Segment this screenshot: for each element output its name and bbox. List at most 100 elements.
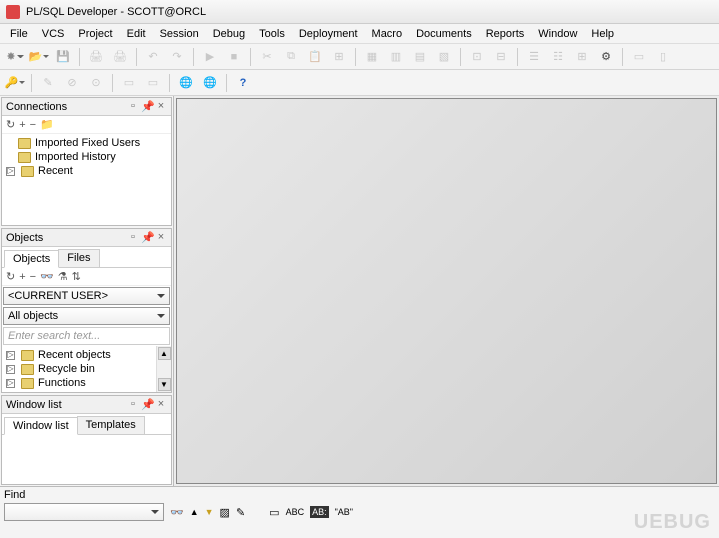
- tb-btn-j[interactable]: ⊞: [571, 46, 593, 68]
- menu-window[interactable]: Window: [532, 26, 583, 42]
- filter-combo[interactable]: All objects: [3, 307, 170, 325]
- tab-windowlist[interactable]: Window list: [4, 417, 78, 435]
- close-icon[interactable]: ×: [155, 100, 167, 113]
- windowlist-body[interactable]: [2, 435, 171, 484]
- paste-button[interactable]: 📋: [304, 46, 326, 68]
- open-button[interactable]: 📂: [28, 46, 50, 68]
- folder-icon: [21, 378, 34, 389]
- plus-icon[interactable]: +: [19, 271, 25, 283]
- search-input[interactable]: Enter search text...: [3, 327, 170, 345]
- expand-icon[interactable]: ▷: [6, 167, 15, 176]
- find-up-icon[interactable]: ▲: [190, 507, 199, 517]
- print2-button[interactable]: 🖨: [109, 46, 131, 68]
- menu-project[interactable]: Project: [72, 26, 118, 42]
- tb-btn-g[interactable]: ⊟: [490, 46, 512, 68]
- content-area: [176, 98, 717, 484]
- close-icon[interactable]: ×: [155, 231, 167, 244]
- expand-icon[interactable]: ▷: [6, 351, 15, 360]
- copy-button[interactable]: ⧉: [280, 46, 302, 68]
- new-button[interactable]: ✸: [4, 46, 26, 68]
- tab-templates[interactable]: Templates: [77, 416, 145, 434]
- tb-btn-h[interactable]: ☰: [523, 46, 545, 68]
- binoculars-icon[interactable]: 👓: [40, 270, 54, 283]
- menu-edit[interactable]: Edit: [121, 26, 152, 42]
- tb-btn-f[interactable]: ⊡: [466, 46, 488, 68]
- find-whole-icon[interactable]: "AB": [335, 507, 353, 517]
- cut-button[interactable]: ✂: [256, 46, 278, 68]
- exec-button[interactable]: ▶: [199, 46, 221, 68]
- tb2-c[interactable]: ⊘: [61, 72, 83, 94]
- tab-files[interactable]: Files: [58, 249, 99, 267]
- tb-btn-e[interactable]: ▧: [433, 46, 455, 68]
- tb2-f[interactable]: ▭: [142, 72, 164, 94]
- menu-help[interactable]: Help: [585, 26, 620, 42]
- redo-button[interactable]: ↷: [166, 46, 188, 68]
- tb-btn-c[interactable]: ▥: [385, 46, 407, 68]
- panel-menu-icon[interactable]: ▫: [127, 231, 139, 244]
- menu-session[interactable]: Session: [154, 26, 205, 42]
- menu-file[interactable]: File: [4, 26, 34, 42]
- find-case-icon[interactable]: ABC: [286, 507, 305, 517]
- find-next-icon[interactable]: 👓: [170, 506, 184, 519]
- minus-icon[interactable]: −: [30, 271, 36, 283]
- tb2-a[interactable]: 🔑: [4, 72, 26, 94]
- tb-btn-m[interactable]: ▯: [652, 46, 674, 68]
- tb-btn-b[interactable]: ▦: [361, 46, 383, 68]
- scroll-down-icon[interactable]: ▼: [158, 378, 171, 391]
- expand-icon[interactable]: ▷: [6, 379, 15, 388]
- close-icon[interactable]: ×: [155, 398, 167, 411]
- menu-tools[interactable]: Tools: [253, 26, 291, 42]
- panel-menu-icon[interactable]: ▫: [127, 398, 139, 411]
- find-word-icon[interactable]: ▭: [269, 506, 279, 519]
- save-button[interactable]: 💾: [52, 46, 74, 68]
- window-title: PL/SQL Developer - SCOTT@ORCL: [26, 6, 206, 18]
- menu-macro[interactable]: Macro: [366, 26, 409, 42]
- tb-btn-i[interactable]: ☷: [547, 46, 569, 68]
- tb2-e[interactable]: ▭: [118, 72, 140, 94]
- tb-btn-l[interactable]: ▭: [628, 46, 650, 68]
- pin-icon[interactable]: 📌: [141, 231, 153, 244]
- tb2-d[interactable]: ⊙: [85, 72, 107, 94]
- folder-icon[interactable]: 📁: [40, 118, 54, 131]
- tb-btn-d[interactable]: ▤: [409, 46, 431, 68]
- stop-button[interactable]: ■: [223, 46, 245, 68]
- tb2-h[interactable]: 🌐: [199, 72, 221, 94]
- user-combo[interactable]: <CURRENT USER>: [3, 287, 170, 305]
- refresh-icon[interactable]: ↻: [6, 118, 15, 131]
- find-highlight-icon[interactable]: ▨: [220, 506, 230, 519]
- objects-tabs: Objects Files: [2, 247, 171, 268]
- expand-icon[interactable]: ▷: [6, 365, 15, 374]
- refresh-icon[interactable]: ↻: [6, 270, 15, 283]
- objects-tree[interactable]: ▷Recent objects ▷Recycle bin ▷Functions …: [2, 346, 171, 392]
- tb2-g[interactable]: 🌐: [175, 72, 197, 94]
- find-options-icon[interactable]: ✎: [236, 506, 245, 519]
- filter-icon[interactable]: ⚗: [58, 270, 68, 283]
- tb-btn-a[interactable]: ⊞: [328, 46, 350, 68]
- plus-icon[interactable]: +: [19, 119, 25, 131]
- pin-icon[interactable]: 📌: [141, 398, 153, 411]
- menu-documents[interactable]: Documents: [410, 26, 478, 42]
- menu-vcs[interactable]: VCS: [36, 26, 71, 42]
- tab-objects[interactable]: Objects: [4, 250, 59, 268]
- help-button[interactable]: ?: [232, 72, 254, 94]
- tb2-b[interactable]: ✎: [37, 72, 59, 94]
- undo-button[interactable]: ↶: [142, 46, 164, 68]
- scrollbar[interactable]: ▲ ▼: [156, 346, 171, 392]
- print-button[interactable]: 🖨: [85, 46, 107, 68]
- panel-menu-icon[interactable]: ▫: [127, 100, 139, 113]
- paste-icon: 📋: [308, 50, 322, 63]
- connections-tree[interactable]: Imported Fixed Users Imported History ▷R…: [2, 134, 171, 225]
- minus-icon[interactable]: −: [30, 119, 36, 131]
- print-icon: 🖨: [89, 50, 103, 63]
- find-down-icon[interactable]: ▼: [205, 507, 214, 517]
- menu-reports[interactable]: Reports: [480, 26, 531, 42]
- find-regex-icon[interactable]: AB:: [310, 506, 329, 518]
- pin-icon[interactable]: 📌: [141, 100, 153, 113]
- objects-tools: ↻ + − 👓 ⚗ ⇅: [2, 268, 171, 286]
- tb-btn-k[interactable]: ⚙: [595, 46, 617, 68]
- sort-icon[interactable]: ⇅: [72, 270, 81, 283]
- menu-deployment[interactable]: Deployment: [293, 26, 364, 42]
- scroll-up-icon[interactable]: ▲: [158, 347, 171, 360]
- find-input[interactable]: [4, 503, 164, 521]
- menu-debug[interactable]: Debug: [207, 26, 251, 42]
